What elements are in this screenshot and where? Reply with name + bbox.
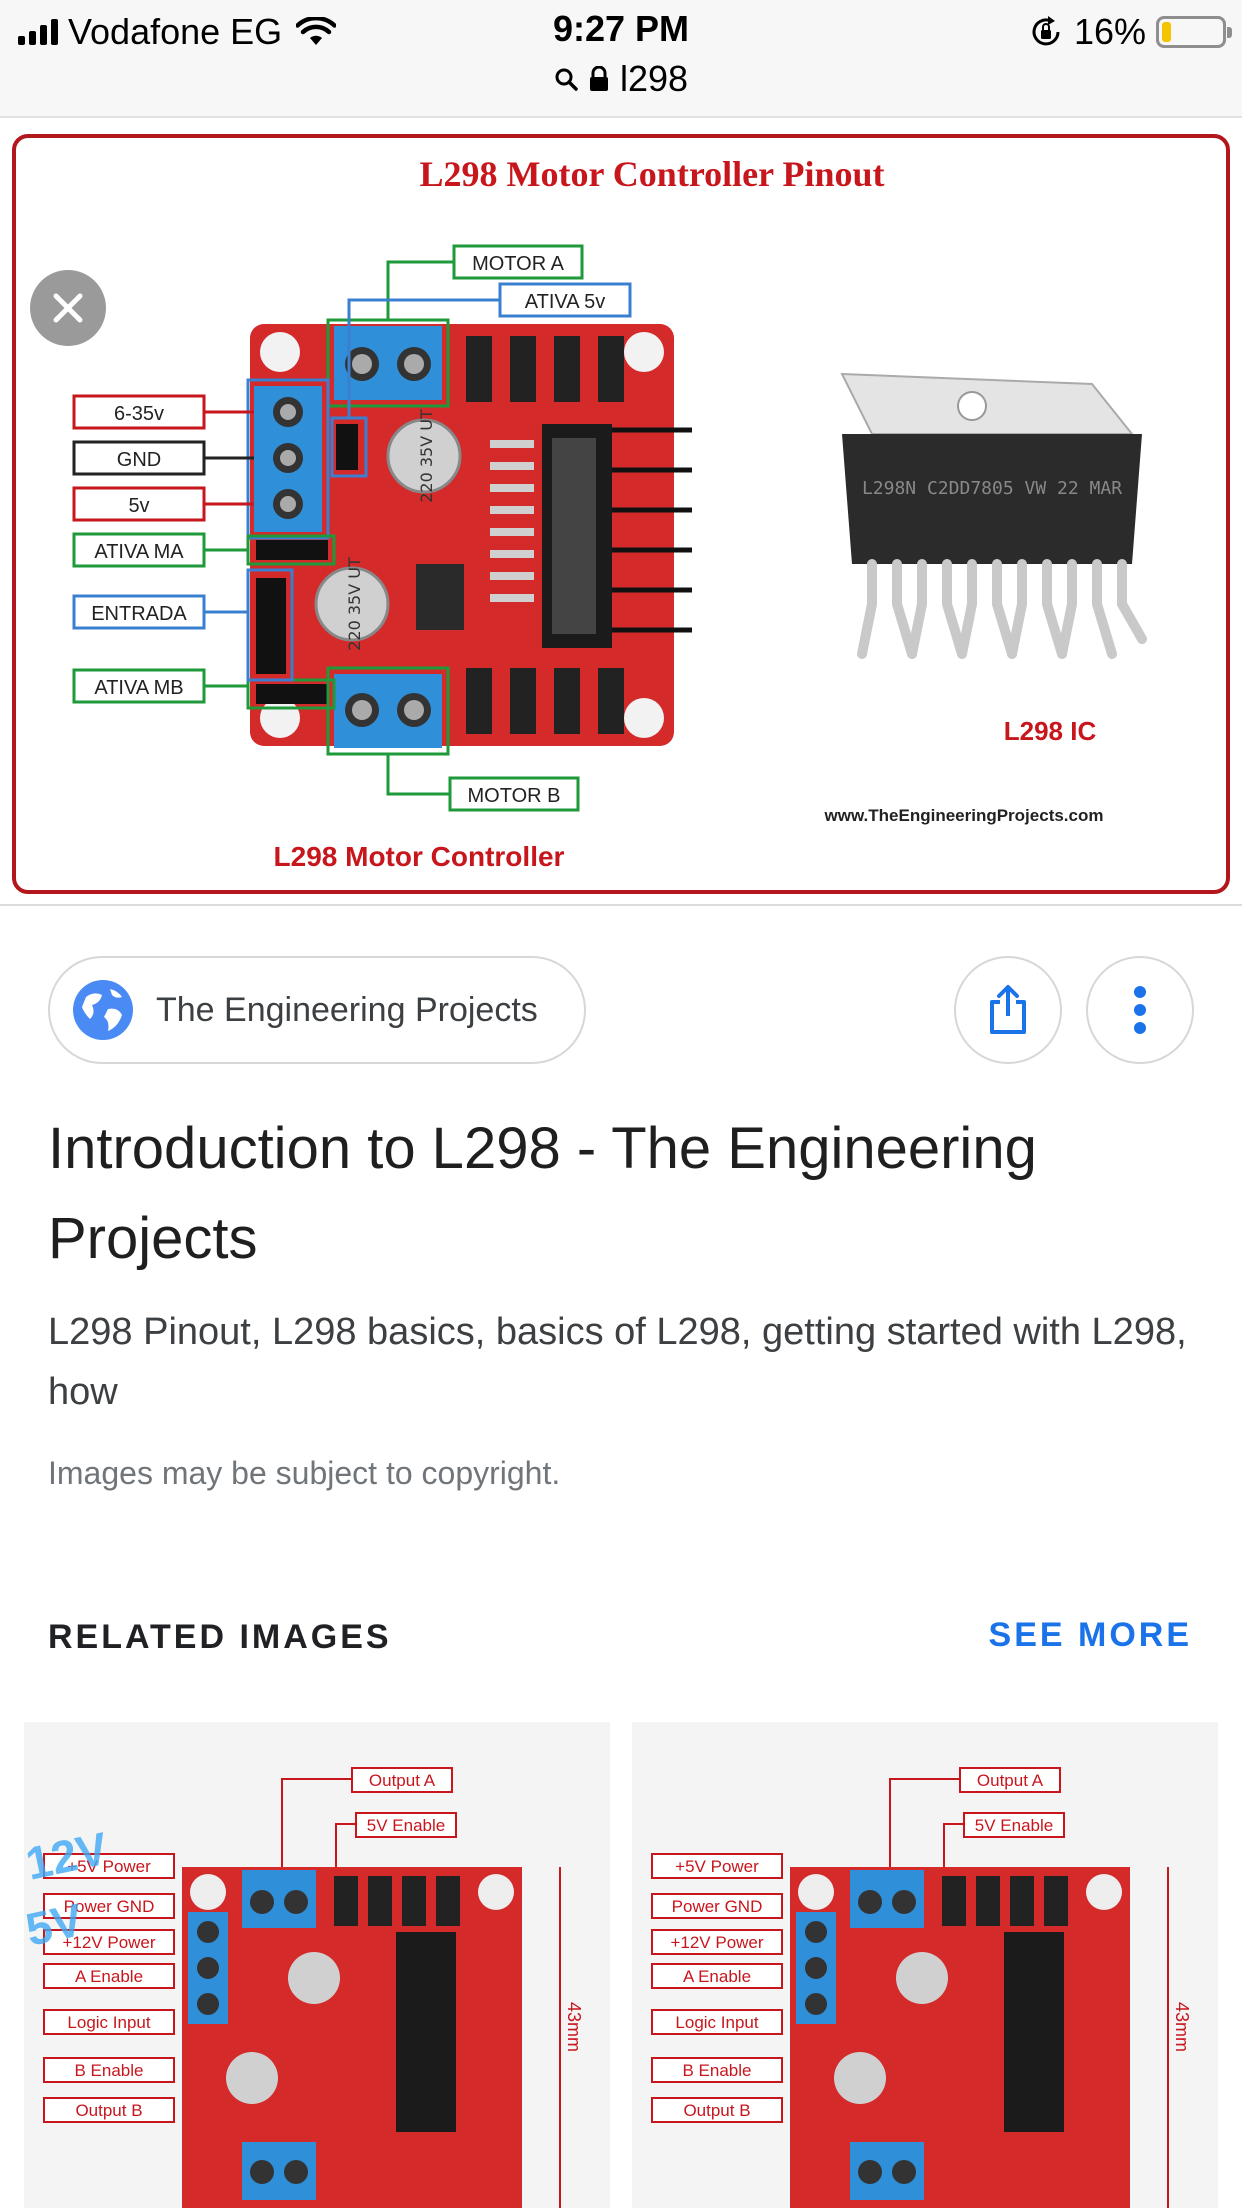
copyright-notice: Images may be subject to copyright. [48,1455,561,1491]
more-options-button[interactable] [1086,956,1194,1064]
thumb2-label-output-a: Output A [977,1771,1044,1790]
chip-marking: L298N C2DD7805 VW 22 MAR [862,478,1122,499]
thumb2-dimension-label: 43mm [1172,2002,1192,2052]
see-more-link[interactable]: SEE MORE [989,1616,1192,1655]
figure-title: L298 Motor Controller Pinout [420,154,885,194]
thumb2-label-a-enable: A Enable [683,1967,751,1986]
capacitor-label-1: 220 35V UT [417,409,436,503]
thumb1-label-output-a: Output A [369,1771,436,1790]
battery-percent: 16% [1073,11,1146,52]
thumb1-dimension-label: 43mm [564,2002,584,2052]
more-vert-icon [1134,986,1146,1034]
label-ativa-5v: ATIVA 5v [525,291,605,313]
battery-level [1162,22,1171,42]
caption-board: L298 Motor Controller [274,841,565,872]
share-icon [990,985,1026,1034]
related-image-2[interactable]: Output A 5V Enable +5V Power Power GND +… [632,1722,1218,2208]
status-right: 16% [1028,10,1232,54]
label-ativa-mb: ATIVA MB [94,677,183,699]
thumb1-label-logic-input: Logic Input [67,2013,150,2032]
label-6-35v: 6-35v [114,403,164,425]
globe-icon [73,980,133,1040]
l298-pinout-image[interactable]: L298 Motor Controller Pinout 220 35V UT … [12,134,1230,894]
source-name: The Engineering Projects [156,990,538,1029]
status-bar: Vodafone EG 9:27 PM l298 16% [0,0,1242,118]
thumb2-label-5v-enable: 5V Enable [975,1816,1053,1835]
thumb1-label-5v-enable: 5V Enable [367,1816,445,1835]
related-images-heading: RELATED IMAGES [48,1618,392,1656]
thumb1-label-b-enable: B Enable [75,2061,144,2080]
label-motor-b: MOTOR B [468,785,561,807]
lock-icon [589,66,608,91]
image-viewer[interactable]: L298 Motor Controller Pinout 220 35V UT … [0,120,1242,906]
thumb1-label-output-b: Output B [75,2101,142,2120]
thumb2-label-output-b: Output B [683,2101,750,2120]
thumb2-label-logic-input: Logic Input [675,2013,758,2032]
battery-icon [1156,16,1232,48]
thumb2-label-power-gnd: Power GND [672,1897,763,1916]
result-description: L298 Pinout, L298 basics, basics of L298… [48,1311,1187,1413]
related-image-1[interactable]: Output A 5V Enable +5V Power Power GND +… [24,1722,610,2208]
source-chip[interactable]: The Engineering Projects [48,956,586,1064]
close-button[interactable] [30,270,106,346]
label-entrada: ENTRADA [91,603,187,625]
figure-website: www.TheEngineeringProjects.com [824,806,1104,825]
search-icon [555,68,578,91]
close-icon [53,293,83,323]
label-ativa-ma: ATIVA MA [94,541,184,563]
thumb2-label-b-enable: B Enable [683,2061,752,2080]
address-bar[interactable]: l298 [0,58,1242,100]
label-gnd: GND [117,449,161,471]
related-image-2-drawing: Output A 5V Enable +5V Power Power GND +… [632,1722,1218,2208]
capacitor-label-2: 220 35V UT [345,557,364,651]
url-text: l298 [619,58,689,99]
caption-ic: L298 IC [1004,716,1097,746]
thumb2-label-12v-power: +12V Power [670,1933,763,1952]
rotation-lock-icon [1032,16,1060,46]
related-image-1-drawing: Output A 5V Enable +5V Power Power GND +… [24,1722,610,2208]
thumb1-label-a-enable: A Enable [75,1967,143,1986]
label-5v: 5v [128,495,149,517]
share-button[interactable] [954,956,1062,1064]
label-motor-a: MOTOR A [472,253,565,275]
thumb2-label-5v-power: +5V Power [675,1857,759,1876]
result-title[interactable]: Introduction to L298 - The Engineering P… [48,1104,1198,1284]
